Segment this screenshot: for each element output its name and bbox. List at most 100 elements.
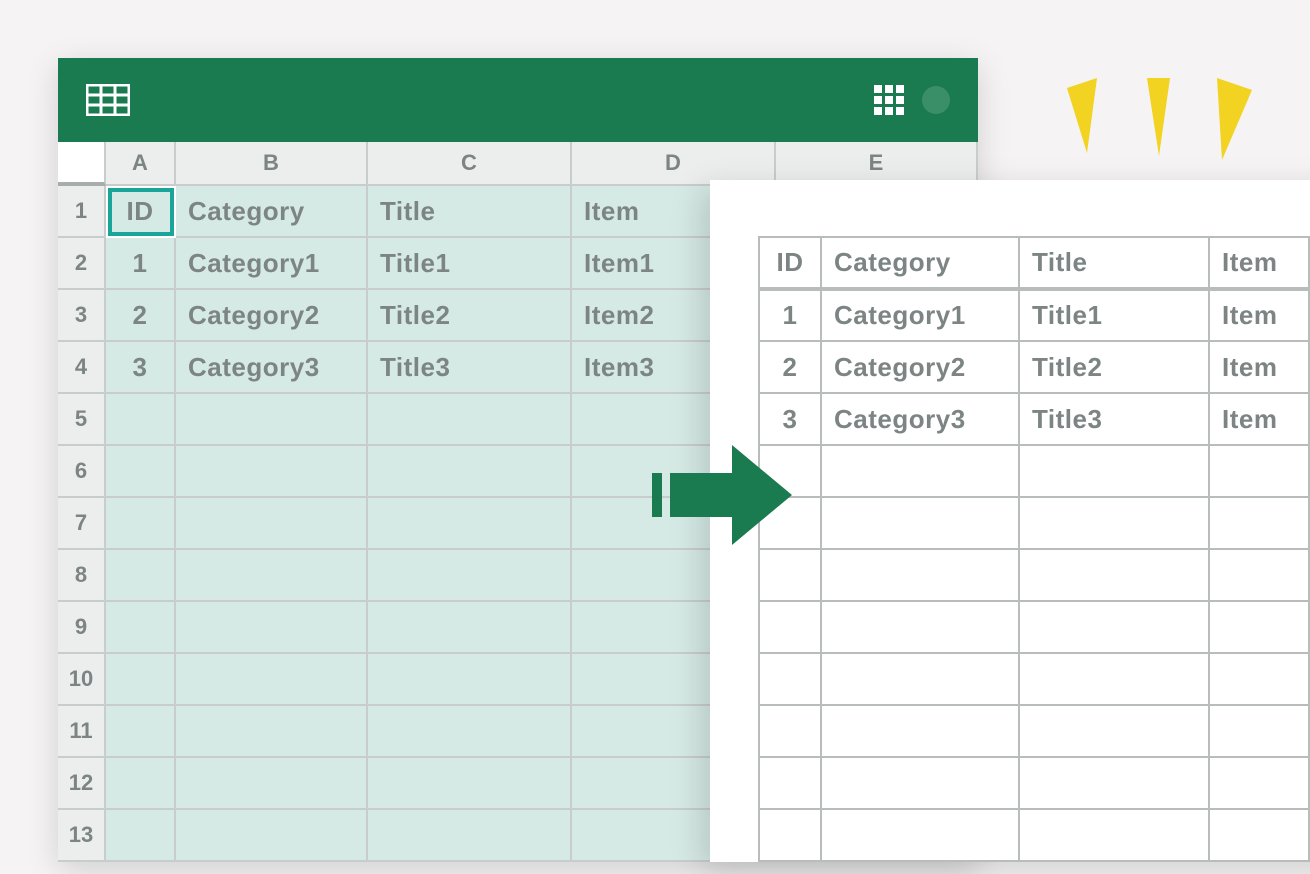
- table-row: [759, 757, 1309, 809]
- td: [1209, 601, 1309, 653]
- cell-C4[interactable]: Title3: [368, 342, 572, 394]
- td: [821, 809, 1019, 861]
- td-title: Title1: [1019, 289, 1209, 341]
- select-all-corner[interactable]: [58, 142, 106, 186]
- td-id: 1: [759, 289, 821, 341]
- td: [1019, 653, 1209, 705]
- table-row: [759, 445, 1309, 497]
- col-header-A[interactable]: A: [106, 142, 176, 186]
- row-header[interactable]: 4: [58, 342, 106, 394]
- td: [1209, 653, 1309, 705]
- arrow-right-icon: [652, 445, 792, 550]
- row-header[interactable]: 3: [58, 290, 106, 342]
- cell[interactable]: [176, 602, 368, 654]
- row-header[interactable]: 9: [58, 602, 106, 654]
- cell[interactable]: [106, 654, 176, 706]
- td-category: Category1: [821, 289, 1019, 341]
- row-header[interactable]: 1: [58, 186, 106, 238]
- cell[interactable]: [176, 550, 368, 602]
- table-row: [759, 497, 1309, 549]
- td: [821, 601, 1019, 653]
- td-category: Category2: [821, 341, 1019, 393]
- cell-B4[interactable]: Category3: [176, 342, 368, 394]
- cell[interactable]: [106, 550, 176, 602]
- td: [1019, 705, 1209, 757]
- row-header[interactable]: 11: [58, 706, 106, 758]
- td: [759, 549, 821, 601]
- cell[interactable]: [368, 602, 572, 654]
- cell[interactable]: [368, 758, 572, 810]
- cell-B3[interactable]: Category2: [176, 290, 368, 342]
- row-header[interactable]: 13: [58, 810, 106, 862]
- row-header[interactable]: 6: [58, 446, 106, 498]
- td: [1209, 497, 1309, 549]
- td: [821, 653, 1019, 705]
- cell[interactable]: [176, 446, 368, 498]
- row-header[interactable]: 2: [58, 238, 106, 290]
- cell[interactable]: [368, 654, 572, 706]
- cell[interactable]: [106, 706, 176, 758]
- cell-A2[interactable]: 1: [106, 238, 176, 290]
- td: [759, 809, 821, 861]
- cell-C3[interactable]: Title2: [368, 290, 572, 342]
- th-item: Item: [1209, 237, 1309, 289]
- td: [1019, 497, 1209, 549]
- cell[interactable]: [368, 394, 572, 446]
- cell[interactable]: [176, 758, 368, 810]
- table-row: [759, 653, 1309, 705]
- cell[interactable]: [368, 550, 572, 602]
- cell-B1[interactable]: Category: [176, 186, 368, 238]
- cell-B2[interactable]: Category1: [176, 238, 368, 290]
- td-item: Item: [1209, 341, 1309, 393]
- cell[interactable]: [176, 706, 368, 758]
- table-row: [759, 549, 1309, 601]
- cell[interactable]: [368, 706, 572, 758]
- cell-A3[interactable]: 2: [106, 290, 176, 342]
- table-row: [759, 705, 1309, 757]
- cell[interactable]: [368, 498, 572, 550]
- cell[interactable]: [106, 498, 176, 550]
- cell[interactable]: [176, 498, 368, 550]
- cell-C1[interactable]: Title: [368, 186, 572, 238]
- row-header[interactable]: 8: [58, 550, 106, 602]
- row-header[interactable]: 5: [58, 394, 106, 446]
- table-row: 1 Category1 Title1 Item: [759, 289, 1309, 341]
- td: [1019, 757, 1209, 809]
- row-header[interactable]: 10: [58, 654, 106, 706]
- cell-C2[interactable]: Title1: [368, 238, 572, 290]
- col-header-C[interactable]: C: [368, 142, 572, 186]
- cell[interactable]: [176, 810, 368, 862]
- td: [821, 549, 1019, 601]
- row-header[interactable]: 7: [58, 498, 106, 550]
- cell[interactable]: [106, 394, 176, 446]
- cell[interactable]: [176, 654, 368, 706]
- td: [759, 601, 821, 653]
- th-category: Category: [821, 237, 1019, 289]
- col-header-B[interactable]: B: [176, 142, 368, 186]
- cell[interactable]: [106, 810, 176, 862]
- table-row: [759, 601, 1309, 653]
- avatar[interactable]: [922, 86, 950, 114]
- apps-grid-icon[interactable]: [874, 85, 904, 115]
- table-row: [759, 809, 1309, 861]
- td-item: Item: [1209, 289, 1309, 341]
- cell[interactable]: [368, 446, 572, 498]
- cell[interactable]: [368, 810, 572, 862]
- cell-A4[interactable]: 3: [106, 342, 176, 394]
- cell[interactable]: [106, 602, 176, 654]
- cell-A1[interactable]: ID: [108, 188, 174, 236]
- td-title: Title2: [1019, 341, 1209, 393]
- cell[interactable]: [106, 758, 176, 810]
- row-header[interactable]: 12: [58, 758, 106, 810]
- table-row: ID Category Title Item: [759, 237, 1309, 289]
- td: [1209, 549, 1309, 601]
- td: [759, 705, 821, 757]
- cell[interactable]: [176, 394, 368, 446]
- table-row: 3 Category3 Title3 Item: [759, 393, 1309, 445]
- td: [1019, 601, 1209, 653]
- td: [1209, 757, 1309, 809]
- th-title: Title: [1019, 237, 1209, 289]
- cell[interactable]: [106, 446, 176, 498]
- td-id: 2: [759, 341, 821, 393]
- sparkle-icon: [1052, 78, 1262, 183]
